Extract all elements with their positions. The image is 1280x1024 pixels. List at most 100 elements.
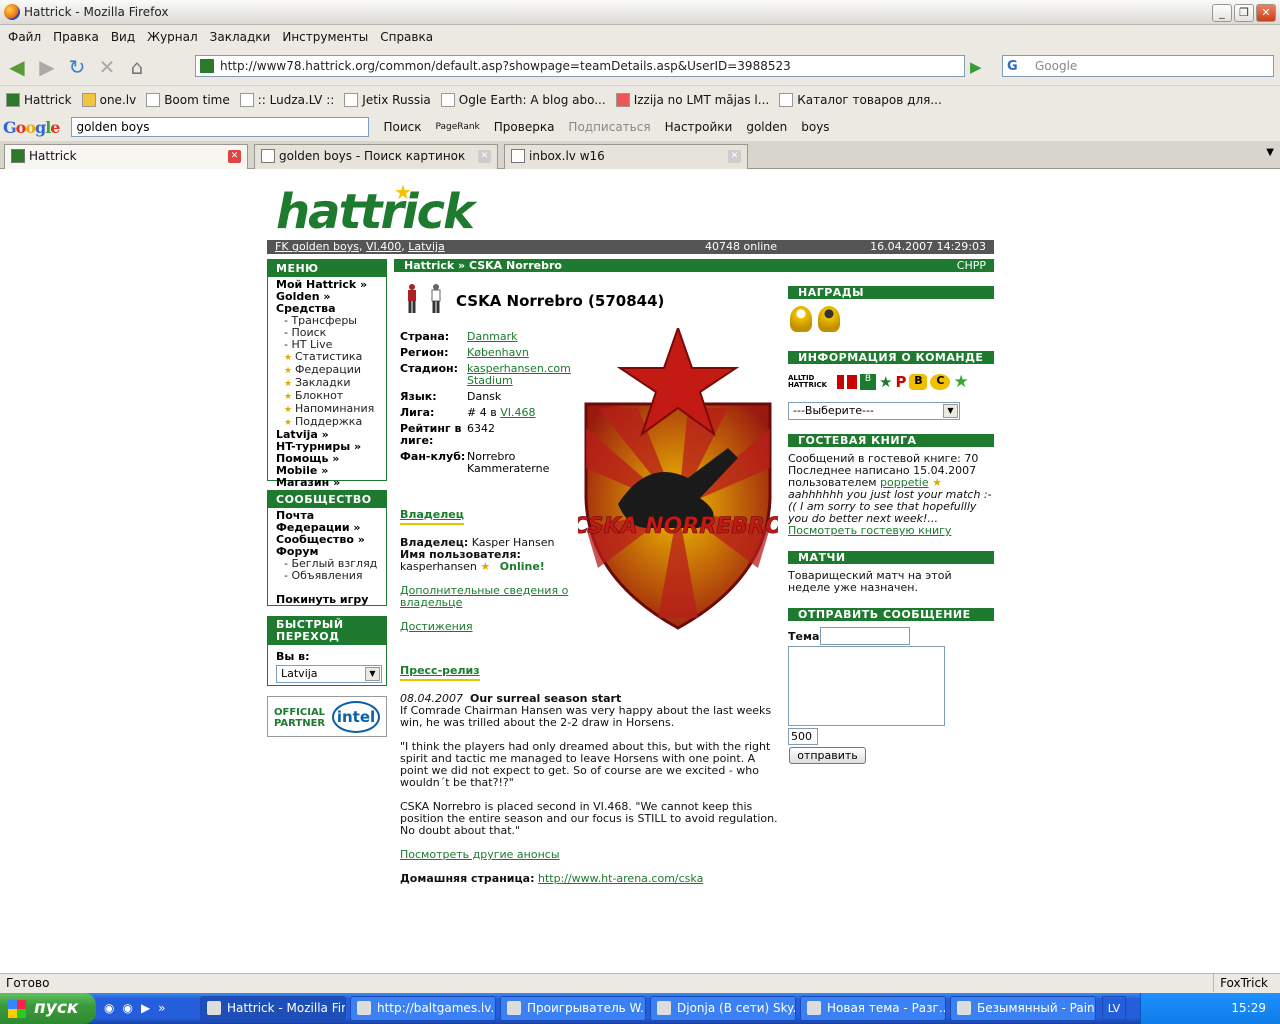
menu-edit[interactable]: Правка: [53, 30, 99, 44]
foxtrick-status[interactable]: FoxTrick: [1213, 974, 1268, 992]
info-value[interactable]: kasperhansen.com Stadium: [467, 361, 582, 389]
menu-view[interactable]: Вид: [111, 30, 135, 44]
close-tab-icon[interactable]: ✕: [728, 150, 741, 163]
menu-help[interactable]: Справка: [380, 30, 433, 44]
breadcrumb-home[interactable]: Hattrick: [404, 259, 454, 272]
press-section-title[interactable]: Пресс-релиз: [400, 664, 480, 681]
bookmark-item[interactable]: Каталог товаров для...: [779, 92, 942, 107]
bookmark-item[interactable]: Hattrick: [6, 92, 72, 107]
info-value[interactable]: København: [467, 345, 582, 361]
bookmark-item[interactable]: :: Ludza.LV ::: [239, 92, 334, 107]
menu-item[interactable]: Магазин »: [276, 477, 378, 489]
message-textarea[interactable]: [788, 646, 945, 726]
achievements-link[interactable]: Достижения: [400, 621, 473, 633]
app-icon: [807, 1001, 821, 1015]
language-indicator[interactable]: LV: [1102, 996, 1126, 1021]
minimize-button[interactable]: _: [1212, 4, 1232, 22]
chpp-link[interactable]: CHPP: [957, 259, 986, 272]
close-tab-icon[interactable]: ✕: [228, 150, 241, 163]
go-icon[interactable]: ▶: [970, 58, 982, 76]
b-icon[interactable]: B: [909, 374, 928, 390]
url-input[interactable]: http://www78.hattrick.org/common/default…: [195, 55, 965, 77]
spellcheck-button[interactable]: Проверка: [494, 120, 555, 134]
community-box: СООБЩЕСТВО Почта Федерации » Сообщество » Ф…: [267, 490, 387, 606]
info-value[interactable]: Danmark: [467, 329, 582, 345]
info-value: Dansk: [467, 390, 502, 403]
menu-file[interactable]: Файл: [8, 30, 41, 44]
taskbar-item[interactable]: Новая тема - Разг...: [800, 996, 946, 1021]
send-button[interactable]: отправить: [789, 747, 866, 764]
start-button[interactable]: пуск: [0, 993, 96, 1024]
submenu-item[interactable]: - Объявления: [276, 570, 378, 582]
subscribe-button[interactable]: Подписаться: [568, 120, 650, 134]
forward-icon[interactable]: ▶: [34, 54, 60, 80]
tab-google-images[interactable]: golden boys - Поиск картинок Google✕: [254, 144, 498, 185]
google-logo[interactable]: Google: [3, 118, 60, 137]
star-icon[interactable]: ★: [953, 372, 968, 392]
stop-icon[interactable]: ✕: [94, 54, 120, 80]
alltid-hattrick-logo[interactable]: ALLTID HATTRICK: [788, 375, 834, 389]
taskbar-item[interactable]: Djonja (В сети) Sky...: [650, 996, 796, 1021]
quick-nav-select[interactable]: Latvija ▼: [276, 665, 382, 683]
google-toolbar-input[interactable]: golden boys: [71, 117, 370, 137]
star-icon[interactable]: ★: [879, 373, 892, 391]
my-team-link[interactable]: FK golden boys: [275, 240, 359, 253]
menu-box: МЕНЮ Мой Hattrick » Golden » Средства - Тра…: [267, 259, 387, 489]
menu-item[interactable]: Покинуть игру: [276, 594, 378, 606]
back-icon[interactable]: ◀: [4, 54, 30, 80]
menu-history[interactable]: Журнал: [147, 30, 198, 44]
my-league-link[interactable]: VI.400: [366, 240, 401, 253]
star-icon: ★: [284, 379, 295, 389]
send-message-header: ОТПРАВИТЬ СООБЩЕНИЕ: [788, 608, 994, 621]
search-input[interactable]: G Google: [1002, 55, 1274, 77]
bookmark-item[interactable]: Ogle Earth: A blog abo...: [440, 92, 606, 107]
stats-icon[interactable]: B: [860, 374, 876, 390]
star-icon: ★: [284, 392, 295, 402]
homepage-link[interactable]: http://www.ht-arena.com/cska: [538, 872, 703, 885]
settings-button[interactable]: Настройки: [665, 120, 733, 134]
info-label: Страна:: [400, 330, 450, 343]
taskbar-item[interactable]: Проигрыватель W...: [500, 996, 646, 1021]
home-icon[interactable]: ⌂: [124, 54, 150, 80]
maximize-button[interactable]: ❐: [1234, 4, 1254, 22]
menu-bookmarks[interactable]: Закладки: [210, 30, 271, 44]
bookmark-item[interactable]: one.lv: [81, 92, 136, 107]
guestbook-link[interactable]: Посмотреть гостевую книгу: [788, 525, 994, 537]
tab-list-icon[interactable]: ▼: [1266, 147, 1274, 158]
p-icon[interactable]: P: [895, 373, 906, 391]
google-search-button[interactable]: Поиск: [383, 120, 421, 134]
bookmark-item[interactable]: Jetix Russia: [344, 92, 431, 107]
close-button[interactable]: ✕: [1256, 4, 1276, 22]
info-row: Страна: Danmark: [400, 329, 582, 345]
highlight-word-boys[interactable]: boys: [801, 120, 829, 134]
highlight-word-golden[interactable]: golden: [746, 120, 787, 134]
bookmark-item[interactable]: Izzija no LMT mājas l...: [615, 92, 769, 107]
close-tab-icon[interactable]: ✕: [478, 150, 491, 163]
owner-details-link[interactable]: Дополнительные сведения о владельце: [400, 585, 580, 609]
intel-logo: intel: [332, 701, 380, 733]
partner-box[interactable]: OFFICIAL PARTNER intel: [267, 696, 387, 737]
owner-section-title[interactable]: Владелец: [400, 508, 464, 525]
browser-window: Hattrick - Mozilla Firefox _ ❐ ✕ Файл Пр…: [0, 0, 1280, 1024]
team-info-header: ИНФОРМАЦИЯ О КОМАНДЕ: [788, 351, 994, 364]
league-link[interactable]: VI.468: [500, 406, 535, 419]
taskbar-item[interactable]: http://baltgames.lv....: [350, 996, 496, 1021]
more-press-link[interactable]: Посмотреть другие анонсы: [400, 849, 780, 861]
taskbar-item[interactable]: Безымянный - Paint: [950, 996, 1096, 1021]
team-info-select[interactable]: ---Выберите--- ▼: [788, 402, 960, 420]
tab-inbox[interactable]: inbox.lv w16 ✕: [504, 144, 748, 169]
info-row: Стадион: kasperhansen.com Stadium: [400, 361, 582, 389]
subject-input[interactable]: [820, 627, 910, 645]
bookmark-item[interactable]: Boom time: [146, 92, 230, 107]
menu-tools[interactable]: Инструменты: [282, 30, 368, 44]
my-country-link[interactable]: Latvija: [408, 240, 445, 253]
hattrick-logo[interactable]: hattrick ★: [276, 180, 475, 240]
quick-launch[interactable]: ◉◉▶»: [104, 1001, 174, 1015]
trophy-icon[interactable]: [818, 306, 840, 332]
denmark-flag-icon[interactable]: [837, 375, 857, 389]
trophy-icon[interactable]: [790, 306, 812, 332]
reload-icon[interactable]: ↻: [64, 54, 90, 80]
taskbar-item[interactable]: Hattrick - Mozilla Fir...: [200, 996, 346, 1021]
tab-hattrick[interactable]: Hattrick ✕: [4, 144, 248, 169]
c-icon[interactable]: C: [930, 374, 951, 390]
